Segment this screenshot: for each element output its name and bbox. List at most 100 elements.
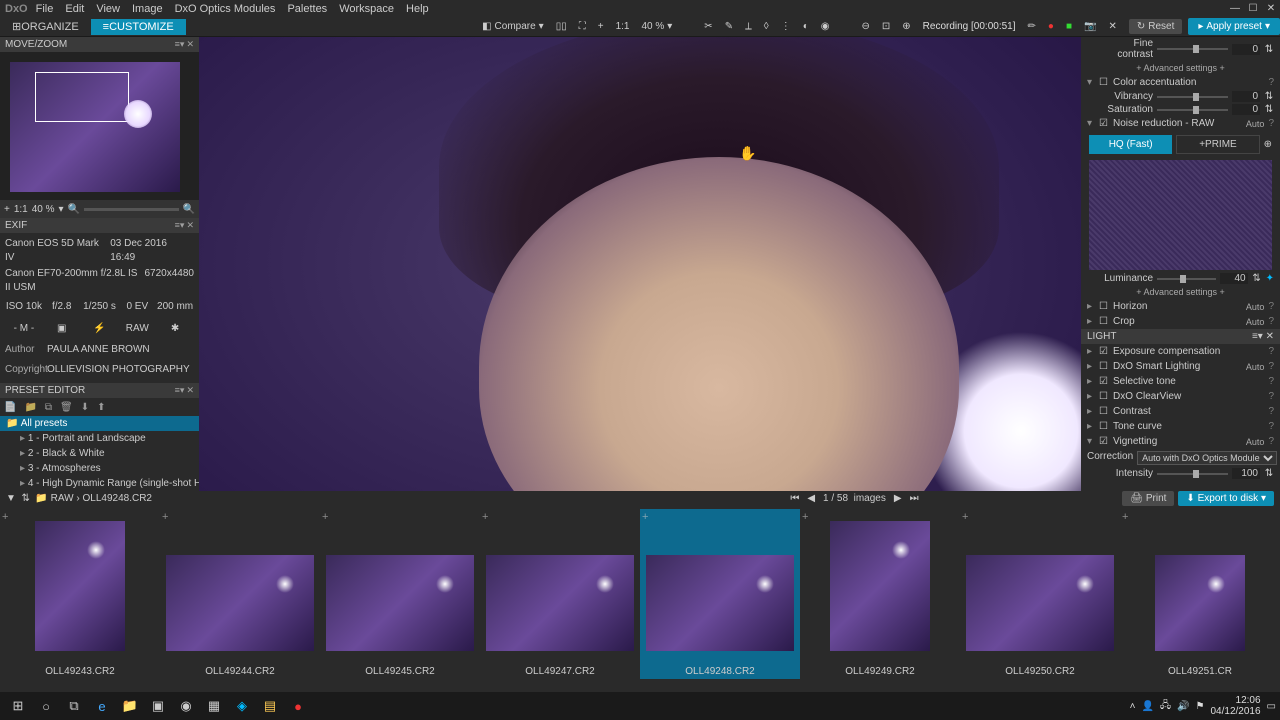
zoom-fit-icon[interactable]: ⊡	[876, 19, 896, 34]
panel-menu-icon[interactable]: ≡▾	[175, 220, 185, 231]
tray-vol-icon[interactable]: 🔊	[1177, 701, 1189, 712]
preset-folder-icon[interactable]: 📁	[24, 402, 36, 413]
preset-item[interactable]: 1 - Portrait and Landscape	[0, 431, 199, 446]
preset-delete-icon[interactable]: 🗑	[60, 402, 73, 413]
stepper-icon[interactable]: ⇅	[1264, 468, 1274, 479]
preset-export-icon[interactable]: ⬆	[97, 402, 105, 413]
correction-select[interactable]: Auto with DxO Optics Module	[1137, 451, 1277, 465]
thumbnail[interactable]: +OLL49244.CR2	[160, 509, 320, 679]
magic-wand-icon[interactable]: ✦	[1266, 273, 1274, 284]
clock-time[interactable]: 12:06	[1210, 695, 1260, 706]
taskview-icon[interactable]: ⧉	[60, 694, 88, 718]
thumbnail[interactable]: +OLL49247.CR2	[480, 509, 640, 679]
next-icon[interactable]: ▶	[894, 493, 902, 504]
preset-import-icon[interactable]: ⬇	[81, 402, 89, 413]
panel-close-icon[interactable]: ✕	[186, 220, 194, 231]
zoom-pct[interactable]: 40 %	[32, 204, 55, 215]
customize-tab[interactable]: ≡ CUSTOMIZE	[91, 19, 186, 35]
panel-close-icon[interactable]: ✕	[1266, 331, 1274, 342]
thumbnail[interactable]: +OLL49249.CR2	[800, 509, 960, 679]
expand-icon[interactable]: ▸	[1087, 316, 1095, 327]
menu-file[interactable]: File	[36, 3, 54, 15]
stepper-icon[interactable]: ⇅	[1264, 104, 1274, 115]
apply-preset-button[interactable]: ▸ Apply preset ▾	[1188, 18, 1280, 35]
crop-tool-icon[interactable]: ✂	[698, 19, 718, 34]
preset-new-icon[interactable]: 📄	[4, 402, 16, 413]
start-icon[interactable]: ⊞	[4, 694, 32, 718]
horizon-tool-icon[interactable]: ⟂	[739, 19, 758, 34]
zoom-slider[interactable]	[84, 208, 179, 211]
record-icon[interactable]: ●	[284, 694, 312, 718]
zoom-plus-icon[interactable]: +	[4, 204, 10, 215]
mask-tool-icon[interactable]: ◐	[797, 19, 815, 34]
chrome-icon[interactable]: ◉	[172, 694, 200, 718]
zoom-dropdown-icon[interactable]: ▾	[59, 204, 64, 215]
fit-icon[interactable]: ⛶	[573, 19, 592, 34]
tray-user-icon[interactable]: 👤	[1141, 701, 1153, 712]
advanced-toggle[interactable]: + Advanced settings +	[1081, 285, 1280, 299]
tray-flag-icon[interactable]: ⚑	[1196, 701, 1205, 712]
zoom-in-small-icon[interactable]: 🔍	[183, 204, 195, 215]
help-icon[interactable]: ?	[1268, 118, 1274, 129]
tray-up-icon[interactable]: ˄	[1130, 701, 1136, 712]
panel-close-icon[interactable]: ✕	[186, 39, 194, 50]
thumbnail[interactable]: +OLL49250.CR2	[960, 509, 1120, 679]
zoom-in-icon[interactable]: ⊕	[896, 19, 916, 34]
nr-hq-tab[interactable]: HQ (Fast)	[1089, 135, 1172, 154]
help-icon[interactable]: ?	[1268, 77, 1274, 88]
panel-menu-icon[interactable]: ≡▾	[175, 385, 185, 396]
zoom-ratio[interactable]: 1:1	[14, 204, 28, 215]
stepper-icon[interactable]: ⇅	[1264, 91, 1274, 102]
image-viewport[interactable]: ✋	[199, 37, 1081, 491]
plus-icon[interactable]: +	[592, 19, 610, 34]
thumbnail[interactable]: +OLL49243.CR2	[0, 509, 160, 679]
preset-item[interactable]: 2 - Black & White	[0, 446, 199, 461]
organize-tab[interactable]: ⊞ ORGANIZE	[0, 18, 91, 35]
edge-icon[interactable]: e	[88, 694, 116, 718]
win-max[interactable]: ☐	[1244, 0, 1262, 17]
preset-item[interactable]: 3 - Atmospheres	[0, 461, 199, 476]
menu-edit[interactable]: Edit	[65, 3, 84, 15]
thumbnail-selected[interactable]: +OLL49248.CR2	[640, 509, 800, 679]
explorer-icon[interactable]: 📁	[116, 694, 144, 718]
notifications-icon[interactable]: ▭	[1267, 701, 1276, 712]
panel-close-icon[interactable]: ✕	[186, 385, 194, 396]
collapse-icon[interactable]: ▾	[1087, 118, 1095, 129]
menu-palettes[interactable]: Palettes	[287, 3, 327, 15]
collapse-icon[interactable]: ▾	[1087, 77, 1095, 88]
stepper-icon[interactable]: ⇅	[1264, 44, 1274, 55]
nr-target-icon[interactable]: ⊕	[1264, 139, 1272, 150]
ratio-button[interactable]: 1:1	[610, 19, 636, 34]
rec-square-icon[interactable]: ■	[1060, 19, 1078, 34]
rec-close-icon[interactable]: ✕	[1102, 19, 1122, 34]
menu-help[interactable]: Help	[406, 3, 429, 15]
nr-prime-tab[interactable]: +PRIME	[1176, 135, 1259, 154]
first-icon[interactable]: ⏮	[790, 493, 799, 504]
prev-icon[interactable]: ◀	[807, 493, 815, 504]
panel-menu-icon[interactable]: ≡▾	[1252, 331, 1263, 342]
stepper-icon[interactable]: ⇅	[1252, 273, 1262, 284]
menu-image[interactable]: Image	[132, 3, 163, 15]
expand-icon[interactable]: ▸	[1087, 301, 1095, 312]
print-button[interactable]: 🖨 Print	[1122, 491, 1174, 506]
zoom-level[interactable]: 40 % ▾	[635, 19, 678, 34]
thumbnail[interactable]: +OLL49251.CR	[1120, 509, 1280, 679]
sort-icon[interactable]: ⇅	[21, 493, 29, 504]
zoom-out-small-icon[interactable]: 🔍	[68, 204, 80, 215]
rec-dot-icon[interactable]: ●	[1042, 19, 1060, 34]
panel-menu-icon[interactable]: ≡▾	[175, 39, 185, 50]
app-icon[interactable]: ▤	[256, 694, 284, 718]
compare-button[interactable]: ◧ Compare ▾	[476, 19, 550, 34]
zoom-out-icon[interactable]: ⊖	[855, 19, 875, 34]
rec-pencil-icon[interactable]: ✏	[1022, 19, 1042, 34]
cortana-icon[interactable]: ○	[32, 694, 60, 718]
app-icon[interactable]: ▣	[144, 694, 172, 718]
menu-optics[interactable]: DxO Optics Modules	[175, 3, 276, 15]
points-tool-icon[interactable]: ⋮	[775, 19, 797, 34]
filter-icon[interactable]: ▼	[6, 493, 16, 504]
app-icon[interactable]: ▦	[200, 694, 228, 718]
reset-button[interactable]: ↻ Reset	[1129, 19, 1183, 34]
redeye-tool-icon[interactable]: ◉	[815, 19, 836, 34]
dxo-icon[interactable]: ◈	[228, 694, 256, 718]
tray-net-icon[interactable]: 🖧	[1160, 698, 1171, 715]
